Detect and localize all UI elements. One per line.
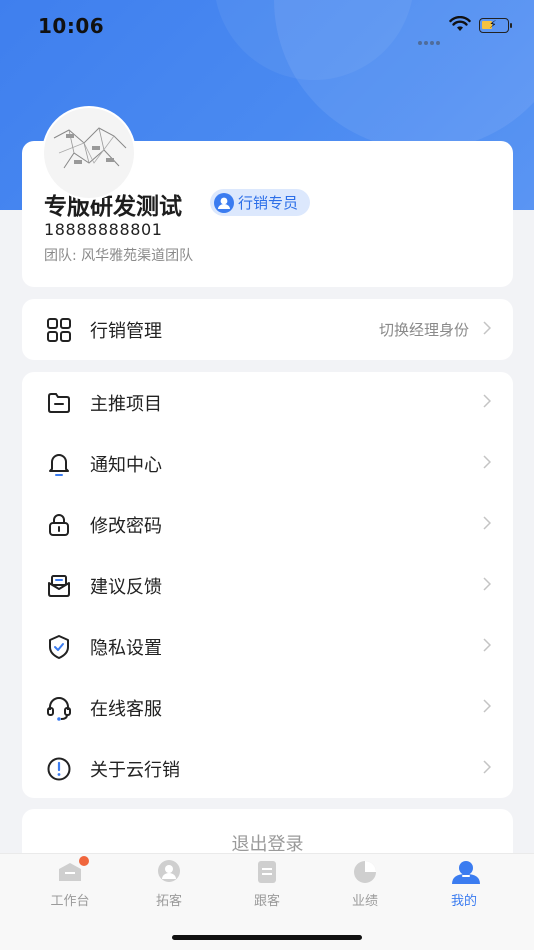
chevron-right-icon: [483, 699, 491, 713]
marketing-card: 行销管理 切换经理身份: [22, 299, 513, 360]
menu-item-privacy-settings[interactable]: 隐私设置: [22, 616, 513, 677]
menu-item-label: 在线客服: [90, 699, 162, 720]
headset-icon: [47, 697, 71, 721]
user-team: 团队: 风华雅苑渠道团队: [44, 248, 194, 264]
chevron-right-icon: [483, 321, 491, 335]
marketing-management-row[interactable]: 行销管理 切换经理身份: [22, 299, 513, 360]
battery-icon: ⚡: [479, 18, 512, 33]
me-icon: [451, 860, 480, 884]
menu-item-change-password[interactable]: 修改密码: [22, 494, 513, 555]
info-icon: [47, 757, 71, 781]
tab-label: 工作台: [50, 894, 90, 909]
chevron-right-icon: [483, 638, 491, 652]
switch-manager-link[interactable]: 切换经理身份: [379, 319, 469, 340]
menu-item-featured-projects[interactable]: 主推项目: [22, 372, 513, 433]
wifi-icon: [449, 16, 471, 31]
bell-icon: [49, 454, 69, 476]
chevron-right-icon: [483, 394, 491, 408]
menu-item-about[interactable]: 关于云行销: [22, 738, 513, 799]
folder-icon: [48, 393, 70, 413]
tab-workbench[interactable]: 工作台: [30, 856, 110, 909]
tab-me[interactable]: 我的: [424, 860, 504, 909]
menu-item-label: 主推项目: [90, 394, 162, 415]
tab-label: 业绩: [351, 894, 378, 909]
expand-customer-icon: [156, 860, 182, 884]
lock-icon: [49, 514, 69, 536]
avatar[interactable]: [42, 106, 136, 200]
workbench-icon: [57, 856, 89, 884]
menu-item-label: 通知中心: [90, 455, 162, 476]
tab-label: 跟客: [253, 894, 280, 909]
shield-icon: [49, 635, 69, 659]
grid-icon: [47, 318, 71, 342]
menu-item-label: 建议反馈: [90, 577, 162, 598]
chevron-right-icon: [483, 760, 491, 774]
menu-item-label: 关于云行销: [90, 760, 180, 781]
chevron-right-icon: [483, 516, 491, 530]
home-indicator: [172, 935, 362, 940]
mail-icon: [48, 575, 70, 597]
role-label: 行销专员: [238, 194, 299, 212]
menu-item-notification-center[interactable]: 通知中心: [22, 433, 513, 494]
menu-card: 主推项目 通知中心 修改密码 建议反馈 隐私设置 在线客服 关于云行销: [22, 372, 513, 798]
status-time: 10:06: [38, 14, 105, 38]
menu-item-online-support[interactable]: 在线客服: [22, 677, 513, 738]
marketing-management-label: 行销管理: [90, 321, 162, 342]
follow-customer-icon: [254, 860, 280, 884]
chevron-right-icon: [483, 455, 491, 469]
tab-performance[interactable]: 业绩: [325, 860, 405, 909]
status-bar: 10:06 ⚡: [0, 0, 534, 54]
role-badge: 行销专员: [210, 189, 311, 216]
performance-icon: [352, 860, 378, 884]
menu-item-label: 修改密码: [90, 516, 162, 537]
user-phone: 18888888801: [44, 220, 163, 239]
chevron-right-icon: [483, 577, 491, 591]
user-icon: [214, 192, 234, 213]
signal-icon: [418, 30, 442, 49]
tab-label: 我的: [450, 894, 477, 909]
menu-item-label: 隐私设置: [90, 638, 162, 659]
notification-dot: [79, 856, 89, 866]
menu-item-feedback[interactable]: 建议反馈: [22, 555, 513, 616]
tab-expand-customer[interactable]: 拓客: [129, 860, 209, 909]
tab-label: 拓客: [155, 894, 182, 909]
tab-follow-customer[interactable]: 跟客: [227, 860, 307, 909]
